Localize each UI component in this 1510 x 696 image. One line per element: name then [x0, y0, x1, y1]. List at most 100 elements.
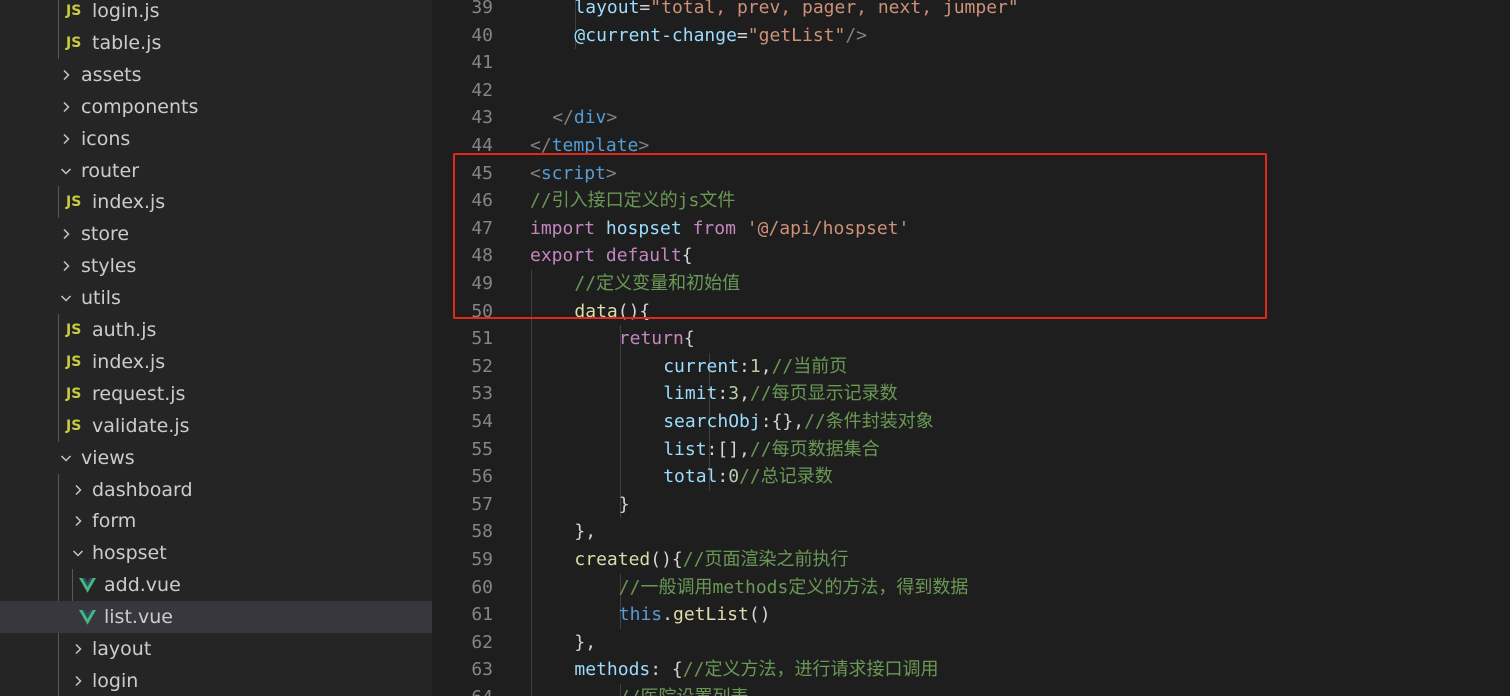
code-token: "total, prev, pager, next, jumper"	[650, 0, 1019, 18]
code-token: =	[736, 24, 748, 46]
line-number: 46	[471, 190, 493, 212]
code-token: },	[574, 521, 597, 543]
code-token: (){	[617, 300, 651, 322]
tree-item-label: views	[81, 446, 135, 469]
tree-file-validate-js[interactable]: JS validate.js	[0, 410, 432, 442]
code-line[interactable]: 45 <script>	[432, 160, 1510, 188]
code-line[interactable]: 51 return{	[432, 325, 1510, 353]
code-token: @current-change	[574, 24, 737, 46]
tree-file-request-js[interactable]: JS request.js	[0, 378, 432, 410]
code-line[interactable]: 39 layout="total, prev, pager, next, jump…	[432, 0, 1510, 22]
tree-file-table-js[interactable]: JS table.js	[0, 27, 432, 59]
tree-folder-utils[interactable]: utils	[0, 282, 432, 314]
line-number: 64	[432, 684, 493, 696]
chevron-right-icon[interactable]	[58, 250, 74, 282]
code-token: div	[573, 107, 607, 129]
tree-item-label: utils	[81, 287, 121, 310]
code-line[interactable]: 48 export default{	[432, 242, 1510, 270]
tree-folder-components[interactable]: components	[0, 91, 432, 123]
chevron-down-icon[interactable]	[58, 155, 74, 187]
code-token: //引入接口定义的js文件	[530, 190, 736, 212]
code-line[interactable]: 59 created(){//页面渲染之前执行	[432, 546, 1510, 574]
chevron-right-icon[interactable]	[70, 633, 86, 665]
code-token: >	[605, 162, 617, 184]
tree-folder-layout[interactable]: layout	[0, 633, 432, 665]
chevron-down-icon[interactable]	[58, 282, 74, 314]
code-token: {	[681, 245, 693, 267]
code-token: //当前页	[771, 355, 848, 377]
tree-folder-router[interactable]: router	[0, 155, 432, 187]
code-line[interactable]: 52 current:1,//当前页	[432, 353, 1510, 381]
tree-file-index-js[interactable]: JS index.js	[0, 346, 432, 378]
code-token: script	[540, 162, 606, 184]
code-line[interactable]: 61 this.getList()	[432, 601, 1510, 629]
code-line[interactable]: 56 total:0//总记录数	[432, 463, 1510, 491]
chevron-down-icon[interactable]	[58, 442, 74, 474]
tree-file-list-vue[interactable]: list.vue	[0, 601, 432, 634]
code-token: }	[618, 493, 630, 515]
chevron-right-icon[interactable]	[58, 59, 74, 91]
code-line[interactable]: 53 limit:3,//每页显示记录数	[432, 380, 1510, 408]
tree-file-auth-js[interactable]: JS auth.js	[0, 314, 432, 346]
chevron-right-icon[interactable]	[58, 218, 74, 250]
tree-folder-dashboard[interactable]: dashboard	[0, 474, 432, 506]
code-token: this	[618, 604, 663, 626]
tree-file-login-js[interactable]: JS login.js	[0, 0, 432, 27]
chevron-down-icon[interactable]	[70, 537, 86, 569]
chevron-right-icon[interactable]	[70, 474, 86, 506]
code-line[interactable]: 64 //医院设置列表	[432, 684, 1510, 696]
line-number: 63	[471, 659, 493, 681]
tree-folder-login[interactable]: login	[0, 665, 432, 696]
code-line[interactable]: 55 list:[],//每页数据集合	[432, 436, 1510, 464]
tree-folder-hospset[interactable]: hospset	[0, 537, 432, 569]
tree-folder-store[interactable]: store	[0, 218, 432, 250]
code-text: import hospset from '@/api/hospset'	[530, 215, 909, 243]
code-line[interactable]: 50 data(){	[432, 298, 1510, 326]
line-number: 43	[471, 107, 493, 129]
code-token: (){	[650, 549, 683, 570]
code-line[interactable]: 62},	[432, 629, 1510, 657]
tree-item-label: hospset	[92, 542, 167, 565]
code-token: hospset	[605, 217, 682, 239]
tree-folder-assets[interactable]: assets	[0, 59, 432, 91]
code-line[interactable]: 60 //一般调用methods定义的方法，得到数据	[432, 574, 1510, 602]
code-token: export	[530, 245, 596, 267]
tree-file-add-vue[interactable]: add.vue	[0, 569, 432, 601]
code-token: : {	[650, 659, 683, 681]
code-line[interactable]: 44 </template>	[432, 132, 1510, 160]
code-line[interactable]: 49 //定义变量和初始值	[432, 270, 1510, 298]
code-line[interactable]: 57}	[432, 491, 1510, 519]
code-line[interactable]: 42	[432, 77, 1510, 105]
code-line[interactable]: 43 </div>	[432, 104, 1510, 132]
tree-folder-styles[interactable]: styles	[0, 250, 432, 282]
code-token: layout	[574, 0, 640, 18]
code-text: methods: {//定义方法，进行请求接口调用	[574, 656, 938, 684]
tree-folder-icons[interactable]: icons	[0, 123, 432, 155]
code-text: current:1,//当前页	[663, 353, 847, 381]
code-line[interactable]: 46 //引入接口定义的js文件	[432, 187, 1510, 215]
chevron-right-icon[interactable]	[58, 123, 74, 155]
code-text: },	[574, 518, 596, 546]
code-line[interactable]: 40 @current-change="getList"/>	[432, 22, 1510, 50]
code-token: limit	[663, 383, 718, 405]
tree-item-label: auth.js	[92, 319, 157, 341]
tree-item-label: login	[92, 669, 139, 692]
chevron-right-icon[interactable]	[58, 91, 74, 123]
chevron-right-icon[interactable]	[70, 505, 86, 537]
code-text: data(){	[574, 298, 650, 326]
code-line[interactable]: 63 methods: {//定义方法，进行请求接口调用	[432, 656, 1510, 684]
code-line[interactable]: 41	[432, 49, 1510, 77]
tree-file-index-js[interactable]: JS index.js	[0, 186, 432, 218]
line-number: 45	[471, 162, 493, 184]
code-line[interactable]: 47 import hospset from '@/api/hospset'	[432, 215, 1510, 243]
code-token: current	[663, 355, 740, 377]
code-line[interactable]: 54 searchObj:{},//条件封装对象	[432, 408, 1510, 436]
code-line[interactable]: 58},	[432, 518, 1510, 546]
code-editor[interactable]: 39 layout="total, prev, pager, next, jump…	[432, 0, 1510, 696]
tree-folder-views[interactable]: views	[0, 442, 432, 474]
line-number: 59	[471, 549, 493, 570]
line-number: 60	[471, 576, 493, 598]
tree-folder-form[interactable]: form	[0, 505, 432, 537]
chevron-right-icon[interactable]	[70, 665, 86, 696]
